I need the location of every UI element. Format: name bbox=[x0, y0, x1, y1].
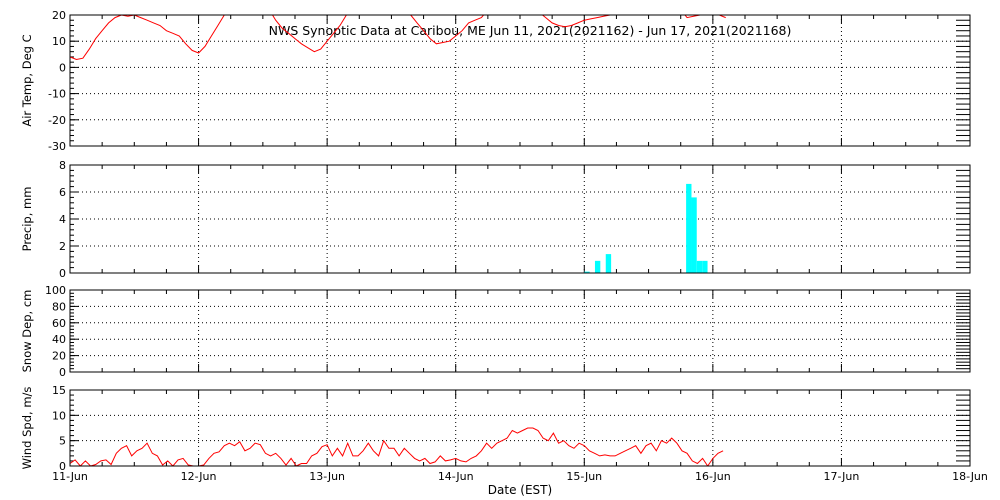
precip-bar bbox=[686, 183, 692, 273]
panel-3: 0 20 40 60 80 100 Snow Dep, cm bbox=[20, 284, 971, 379]
y-axis-label: Precip, mm bbox=[20, 187, 34, 252]
y-tick-label: 15 bbox=[52, 384, 66, 397]
plot-area bbox=[584, 183, 708, 273]
x-tick-label: 13-Jun bbox=[309, 470, 345, 483]
x-axis-label: Date (EST) bbox=[488, 483, 552, 497]
y-tick-label: 20 bbox=[52, 9, 66, 22]
y-tick-label: 60 bbox=[52, 317, 66, 330]
series-line bbox=[70, 427, 724, 466]
precip-bar bbox=[691, 197, 697, 273]
y-tick-label: 4 bbox=[59, 213, 66, 226]
y-tick-label: 10 bbox=[52, 409, 66, 422]
x-tick-label: 14-Jun bbox=[438, 470, 474, 483]
y-axis-label: Snow Dep, cm bbox=[20, 290, 34, 373]
y-tick-label: -20 bbox=[48, 114, 66, 127]
y-tick-label: 40 bbox=[52, 333, 66, 346]
y-tick-label: 0 bbox=[59, 267, 66, 280]
plot-area bbox=[70, 427, 724, 466]
y-tick-label: -10 bbox=[48, 88, 66, 101]
precip-bar bbox=[702, 260, 708, 273]
x-tick-label: 15-Jun bbox=[566, 470, 602, 483]
y-tick-label: 2 bbox=[59, 240, 66, 253]
y-tick-label: 0 bbox=[59, 61, 66, 74]
y-axis-label: Air Temp, Deg C bbox=[20, 34, 34, 126]
panel-2: 0 2 4 6 8 Precip, mm bbox=[20, 159, 971, 280]
x-tick-label: 17-Jun bbox=[824, 470, 860, 483]
panel-4: 051015Wind Spd, m/s bbox=[20, 384, 971, 473]
y-tick-label: 20 bbox=[52, 350, 66, 363]
y-tick-label: 0 bbox=[59, 366, 66, 379]
x-tick-label: 18-Jun bbox=[952, 470, 988, 483]
precip-bar bbox=[696, 260, 703, 273]
y-tick-label: 80 bbox=[52, 300, 66, 313]
chart-canvas: NWS Synoptic Data at Caribou, ME Jun 11,… bbox=[20, 9, 988, 497]
y-tick-label: 10 bbox=[52, 35, 66, 48]
y-tick-label: 100 bbox=[45, 284, 66, 297]
x-tick-label: 11-Jun bbox=[52, 470, 88, 483]
y-tick-label: 6 bbox=[59, 186, 66, 199]
precip-bar bbox=[594, 260, 601, 273]
x-tick-label: 12-Jun bbox=[181, 470, 217, 483]
precip-bar bbox=[605, 254, 612, 273]
y-tick-label: 5 bbox=[59, 435, 66, 448]
y-tick-label: -30 bbox=[48, 140, 66, 153]
y-tick-label: 8 bbox=[59, 159, 66, 172]
panel-frame bbox=[69, 389, 971, 467]
x-tick-label: 16-Jun bbox=[695, 470, 731, 483]
panels: -30 -20 -10 0 10 20 Air Temp, Deg C 0 2 4 6 8 Precip… bbox=[20, 9, 988, 483]
y-axis-label: Wind Spd, m/s bbox=[20, 387, 34, 470]
panel-frame bbox=[69, 289, 971, 373]
